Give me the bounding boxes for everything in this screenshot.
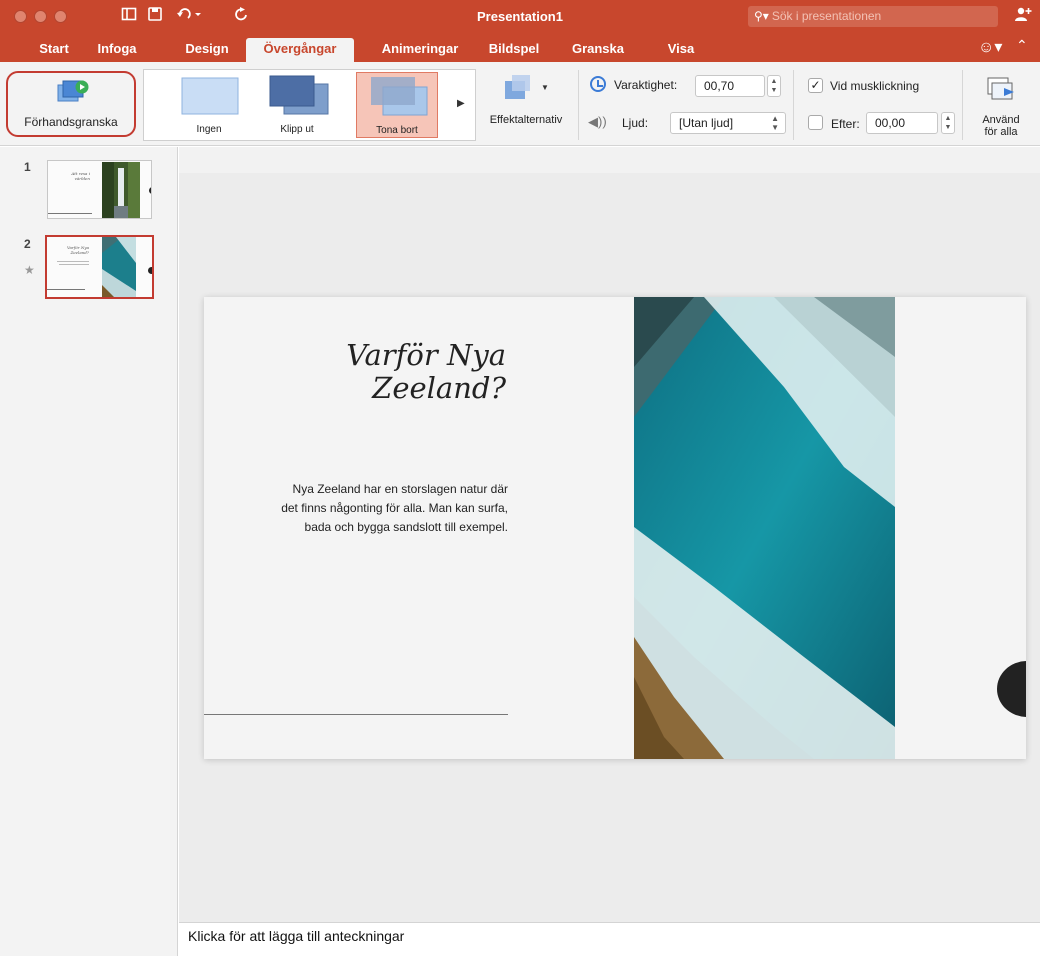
preview-button[interactable]: Förhandsgranska bbox=[6, 71, 136, 137]
ocean-image bbox=[102, 237, 136, 297]
after-field[interactable]: 00,00 bbox=[866, 112, 938, 134]
thumbnail-dot bbox=[149, 187, 151, 194]
transition-gallery: Ingen Klipp ut Tona bort bbox=[143, 69, 476, 141]
transition-thumbnail bbox=[365, 75, 431, 117]
slide-body-line2: det finns någonting för alla. Man kan su… bbox=[281, 501, 508, 515]
waterfall-image bbox=[102, 162, 140, 218]
search-input[interactable]: ⚲▾ Sök i presentationen bbox=[748, 6, 998, 27]
canvas-header bbox=[179, 147, 1040, 173]
thumbnail-rule bbox=[48, 213, 92, 214]
chevron-down-icon: ▼ bbox=[541, 83, 549, 92]
tab-overgangar[interactable]: Övergångar bbox=[246, 38, 354, 62]
share-icon[interactable] bbox=[1014, 6, 1032, 26]
ribbon-divider bbox=[962, 70, 963, 140]
tab-infoga[interactable]: Infoga bbox=[88, 38, 146, 62]
slide-body-line3: bada och bygga sandslott till exempel. bbox=[304, 520, 508, 534]
tab-design[interactable]: Design bbox=[172, 38, 242, 62]
notes-pane[interactable]: Klicka för att lägga till anteckningar bbox=[179, 922, 1040, 956]
window-title: Presentation1 bbox=[477, 9, 563, 24]
after-label: Efter: bbox=[831, 117, 860, 131]
slide-number: 1 bbox=[24, 160, 31, 174]
redo-icon[interactable] bbox=[234, 6, 250, 28]
tab-granska[interactable]: Granska bbox=[560, 38, 636, 62]
thumbnail-title: Att resa i världen bbox=[71, 171, 90, 181]
transition-label: Klipp ut bbox=[280, 124, 314, 135]
collapse-icon[interactable]: ⌃ bbox=[1016, 37, 1028, 54]
duration-field[interactable]: 00,70 bbox=[695, 75, 765, 97]
sound-select-value: [Utan ljud] bbox=[679, 116, 734, 130]
ribbon-divider bbox=[578, 70, 579, 140]
transition-thumbnail bbox=[264, 74, 330, 116]
on-click-checkbox[interactable]: ✓ bbox=[808, 78, 823, 93]
smiley-icon[interactable]: ☺▾ bbox=[978, 37, 1002, 57]
save-icon[interactable] bbox=[147, 6, 163, 28]
transition-klipp-ut[interactable]: Klipp ut bbox=[256, 72, 338, 138]
slide-title-line2: Zeeland? bbox=[372, 371, 506, 405]
effect-options-button[interactable]: ▼ Effektalternativ bbox=[481, 69, 571, 141]
thumbnail-dot bbox=[148, 267, 152, 274]
ocean-aerial-image[interactable] bbox=[634, 297, 895, 759]
undo-icon[interactable] bbox=[176, 6, 202, 28]
apply-to-all-label: Använd för alla bbox=[968, 114, 1034, 138]
close-icon[interactable] bbox=[14, 10, 27, 23]
slide-thumbnail-2[interactable]: Varför Nya Zeeland? bbox=[45, 235, 154, 299]
slide-title[interactable]: Varför Nya Zeeland? bbox=[264, 339, 506, 405]
notes-placeholder: Klicka för att lägga till anteckningar bbox=[188, 928, 405, 944]
thumbnail-body bbox=[59, 264, 89, 265]
clock-icon bbox=[590, 76, 606, 92]
ribbon-tab-bar: Start Infoga Design Övergångar Animering… bbox=[0, 34, 1040, 62]
chevron-updown-icon: ▲ ▼ bbox=[771, 114, 779, 132]
transition-tona-bort[interactable]: Tona bort bbox=[356, 72, 438, 138]
search-placeholder: Sök i presentationen bbox=[771, 9, 882, 23]
slide-number: 2 bbox=[24, 237, 31, 251]
apply-all-icon bbox=[986, 74, 1016, 104]
slide-body-text[interactable]: Nya Zeeland har en storslagen natur där … bbox=[234, 480, 508, 537]
sound-select[interactable]: [Utan ljud] ▲ ▼ bbox=[670, 112, 786, 134]
gallery-more-arrow[interactable]: ▶ bbox=[457, 98, 465, 109]
thumbnail-body bbox=[57, 261, 89, 262]
transition-thumbnail bbox=[176, 74, 242, 116]
on-click-label: Vid musklickning bbox=[830, 79, 920, 93]
duration-label: Varaktighet: bbox=[614, 78, 678, 92]
tab-animeringar[interactable]: Animeringar bbox=[364, 38, 476, 62]
tab-start[interactable]: Start bbox=[26, 38, 82, 62]
current-slide[interactable]: Varför Nya Zeeland? Nya Zeeland har en s… bbox=[204, 297, 1026, 759]
apply-label-line2: för alla bbox=[984, 126, 1018, 138]
after-checkbox[interactable] bbox=[808, 115, 823, 130]
preview-label: Förhandsgranska bbox=[24, 115, 118, 129]
effect-options-label: Effektalternativ bbox=[489, 114, 563, 126]
apply-label-line1: Använd bbox=[982, 114, 1020, 126]
zoom-icon[interactable] bbox=[54, 10, 67, 23]
star-icon: ★ bbox=[24, 263, 35, 277]
title-bar: Presentation1 ⚲▾ Sök i presentationen bbox=[0, 0, 1040, 34]
ribbon-divider bbox=[793, 70, 794, 140]
transition-label: Tona bort bbox=[376, 125, 418, 136]
minimize-icon[interactable] bbox=[34, 10, 47, 23]
slide-thumbnail-1[interactable]: Att resa i världen bbox=[47, 160, 152, 219]
slide-editor-canvas[interactable]: Varför Nya Zeeland? Nya Zeeland har en s… bbox=[179, 147, 1040, 922]
sound-label: Ljud: bbox=[622, 116, 649, 130]
duration-stepper[interactable]: ▲ ▼ bbox=[767, 75, 781, 97]
slide-decoration-circle bbox=[997, 661, 1026, 717]
effect-options-icon bbox=[503, 73, 533, 105]
speaker-icon: ◀)) bbox=[588, 114, 607, 129]
preview-icon bbox=[56, 79, 90, 105]
slide-divider-line bbox=[204, 714, 508, 715]
transitions-ribbon: Förhandsgranska Ingen Klipp ut Tona bort… bbox=[0, 62, 1040, 146]
transition-ingen[interactable]: Ingen bbox=[168, 72, 250, 138]
sidebar-icon[interactable] bbox=[121, 6, 137, 28]
search-icon: ⚲▾ bbox=[754, 9, 769, 23]
apply-to-all-button[interactable]: Använd för alla bbox=[968, 70, 1034, 142]
slide-title-line1: Varför Nya bbox=[346, 338, 506, 372]
slide-body-line1: Nya Zeeland har en storslagen natur där bbox=[292, 482, 508, 496]
after-stepper[interactable]: ▲ ▼ bbox=[941, 112, 955, 134]
slide-thumbnail-panel: 1 Att resa i världen 2 ★ Varför Nya Zeelan… bbox=[0, 147, 178, 956]
tab-visa[interactable]: Visa bbox=[658, 38, 704, 62]
thumbnail-rule bbox=[47, 289, 85, 290]
thumbnail-title: Varför Nya Zeeland? bbox=[66, 245, 89, 255]
tab-bildspel[interactable]: Bildspel bbox=[474, 38, 554, 62]
transition-label: Ingen bbox=[196, 124, 222, 135]
